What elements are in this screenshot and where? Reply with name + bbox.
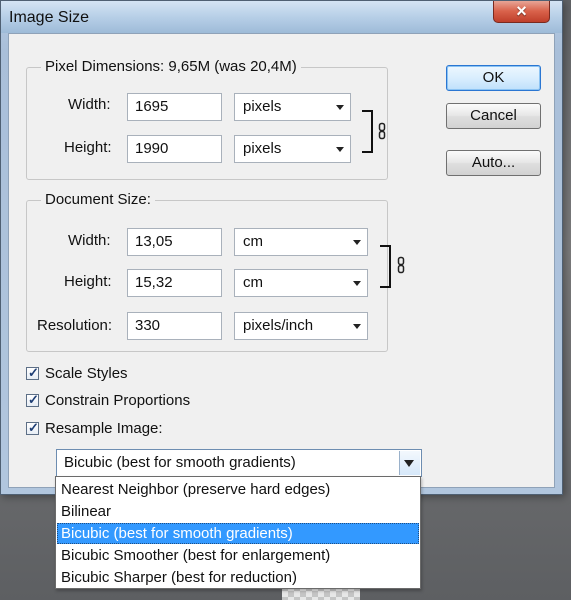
resample-image-checkbox[interactable]: ✓ <box>26 420 39 435</box>
resample-option-bicubic-sharper[interactable]: Bicubic Sharper (best for reduction) <box>57 567 419 588</box>
pixel-width-input[interactable]: 1695 <box>127 93 222 121</box>
resample-method-dropdown[interactable]: Nearest Neighbor (preserve hard edges) B… <box>55 476 421 589</box>
dialog-titlebar[interactable]: Image Size × <box>1 1 562 33</box>
pixel-width-unit-value: pixels <box>243 98 282 115</box>
document-width-unit-value: cm <box>243 233 263 250</box>
image-size-dialog: Image Size × Pixel Dimensions: 9,65M (wa… <box>0 0 563 495</box>
pixel-link-bracket <box>362 110 373 153</box>
dialog-client-area: Pixel Dimensions: 9,65M (was 20,4M) Widt… <box>8 33 555 488</box>
desktop-background: Image Size × Pixel Dimensions: 9,65M (wa… <box>0 0 571 600</box>
pixel-dimensions-title: Pixel Dimensions: 9,65M (was 20,4M) <box>41 58 301 75</box>
dialog-title: Image Size <box>9 9 90 26</box>
document-size-group: Document Size: Width: 13,05 cm Height: 1… <box>26 191 405 352</box>
checkmark-icon: ✓ <box>28 420 39 435</box>
resample-method-select[interactable]: Bicubic (best for smooth gradients) <box>56 449 422 477</box>
document-height-unit-value: cm <box>243 274 263 291</box>
resample-option-bicubic[interactable]: Bicubic (best for smooth gradients) <box>57 523 419 544</box>
pixel-height-unit-value: pixels <box>243 140 282 157</box>
document-link-bracket <box>380 245 391 288</box>
resolution-unit-select[interactable]: pixels/inch <box>234 312 368 340</box>
pixel-height-unit-select[interactable]: pixels <box>234 135 351 163</box>
document-height-input[interactable]: 15,32 <box>127 269 222 297</box>
chevron-down-icon <box>336 147 344 152</box>
checkmark-icon: ✓ <box>28 365 39 380</box>
link-icon <box>397 256 405 274</box>
document-width-unit-select[interactable]: cm <box>234 228 368 256</box>
resample-selected-value: Bicubic (best for smooth gradients) <box>64 454 296 471</box>
scale-styles-checkbox[interactable]: ✓ <box>26 365 39 380</box>
auto-button[interactable]: Auto... <box>446 150 541 176</box>
link-icon <box>378 122 386 140</box>
scale-styles-label: Scale Styles <box>45 365 128 382</box>
resample-dropdown-button[interactable] <box>399 451 420 475</box>
document-width-label: Width: <box>68 232 111 249</box>
pixel-dimensions-group: Pixel Dimensions: 9,65M (was 20,4M) Widt… <box>26 58 388 180</box>
chevron-down-icon <box>353 240 361 245</box>
close-button[interactable]: × <box>493 1 550 23</box>
resample-option-bilinear[interactable]: Bilinear <box>57 501 419 522</box>
pixel-width-unit-select[interactable]: pixels <box>234 93 351 121</box>
resample-option-nearest-neighbor[interactable]: Nearest Neighbor (preserve hard edges) <box>57 479 419 500</box>
resolution-unit-value: pixels/inch <box>243 317 314 334</box>
resample-option-bicubic-smoother[interactable]: Bicubic Smoother (best for enlargement) <box>57 545 419 566</box>
pixel-height-label: Height: <box>64 139 112 156</box>
resolution-label: Resolution: <box>37 317 113 334</box>
pixel-height-input[interactable]: 1990 <box>127 135 222 163</box>
close-icon: × <box>516 1 527 21</box>
chevron-down-icon <box>404 460 414 467</box>
document-height-unit-select[interactable]: cm <box>234 269 368 297</box>
resample-image-label: Resample Image: <box>45 420 163 437</box>
document-height-label: Height: <box>64 273 112 290</box>
resolution-input[interactable]: 330 <box>127 312 222 340</box>
chevron-down-icon <box>353 324 361 329</box>
constrain-proportions-label: Constrain Proportions <box>45 392 191 409</box>
document-width-input[interactable]: 13,05 <box>127 228 222 256</box>
checkmark-icon: ✓ <box>28 392 39 407</box>
chevron-down-icon <box>353 281 361 286</box>
chevron-down-icon <box>336 105 344 110</box>
document-size-title: Document Size: <box>41 191 155 208</box>
ok-button[interactable]: OK <box>446 65 541 91</box>
constrain-proportions-checkbox[interactable]: ✓ <box>26 392 39 407</box>
pixel-width-label: Width: <box>68 96 111 113</box>
cancel-button[interactable]: Cancel <box>446 103 541 129</box>
